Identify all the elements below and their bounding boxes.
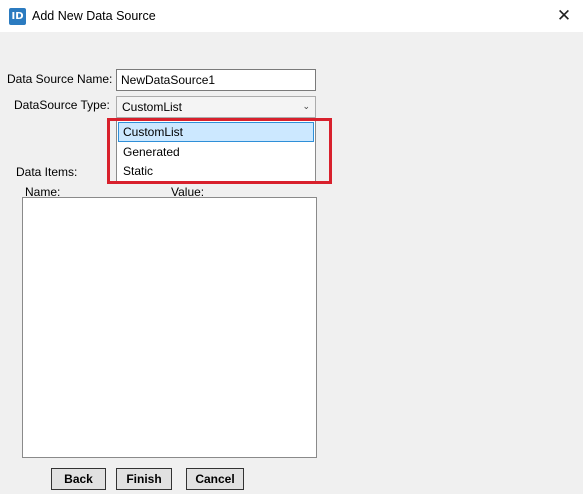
- dropdown-option-generated[interactable]: Generated: [118, 142, 314, 162]
- back-button[interactable]: Back: [51, 468, 106, 490]
- app-icon: ID: [9, 8, 26, 25]
- dropdown-option-static[interactable]: Static: [118, 161, 314, 181]
- data-source-name-input[interactable]: NewDataSource1: [116, 69, 316, 91]
- data-items-list[interactable]: [22, 197, 317, 458]
- close-icon[interactable]: ✕: [553, 5, 575, 27]
- chevron-down-icon: ⌄: [302, 102, 310, 112]
- dialog-body: Data Source Name: NewDataSource1 DataSou…: [0, 32, 583, 494]
- data-items-label: Data Items:: [16, 165, 78, 179]
- data-source-name-label: Data Source Name:: [7, 72, 113, 86]
- dropdown-option-customlist[interactable]: CustomList: [118, 122, 314, 142]
- data-source-type-dropdown: CustomList Generated Static: [116, 120, 316, 182]
- cancel-button[interactable]: Cancel: [186, 468, 244, 490]
- window-title: Add New Data Source: [32, 9, 156, 23]
- finish-button[interactable]: Finish: [116, 468, 172, 490]
- data-source-type-value: CustomList: [122, 100, 183, 114]
- data-source-type-select[interactable]: CustomList ⌄: [116, 96, 316, 118]
- data-source-type-label: DataSource Type:: [14, 98, 110, 112]
- title-bar: ID Add New Data Source ✕: [0, 0, 583, 32]
